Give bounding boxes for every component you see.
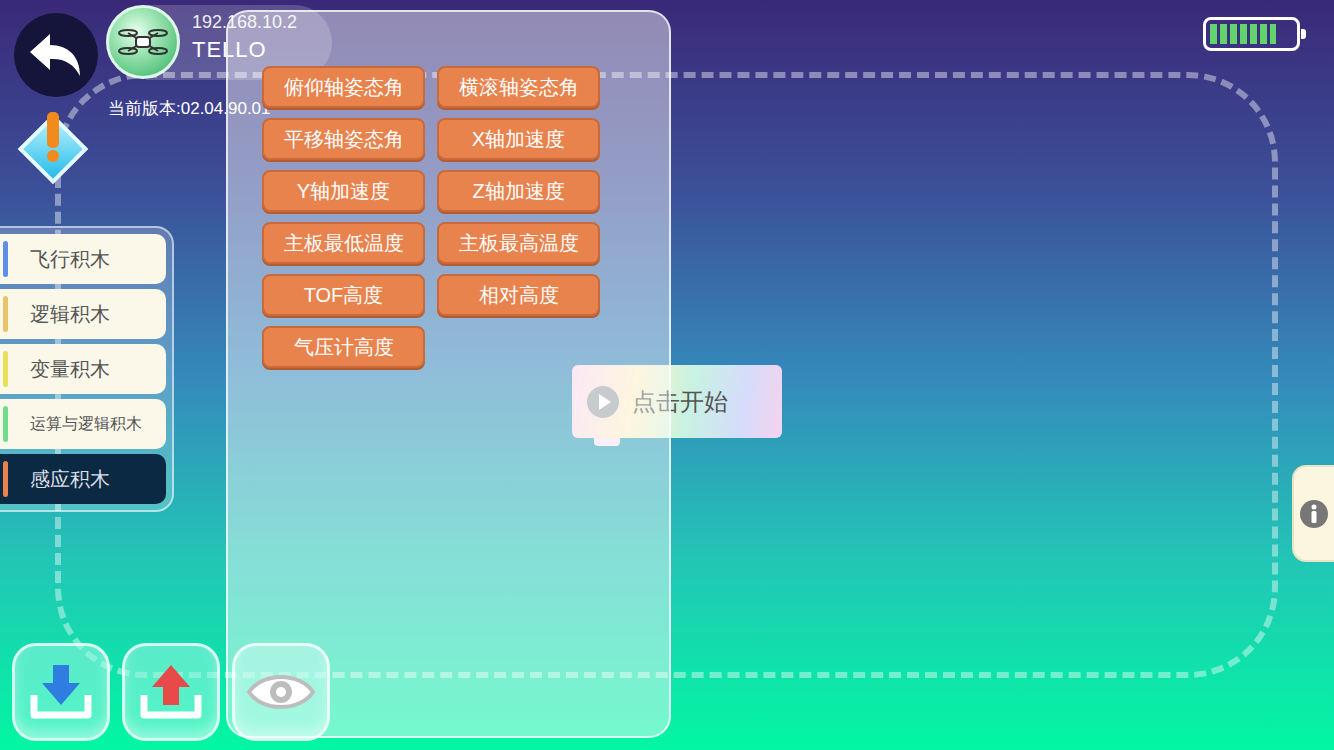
category-color-bar: [3, 241, 8, 277]
back-arrow-icon: [28, 30, 84, 80]
category-list: 飞行积木逻辑积木变量积木运算与逻辑积木感应积木: [0, 226, 174, 512]
sensor-block[interactable]: Y轴加速度: [262, 170, 425, 212]
download-icon: [28, 661, 94, 723]
sensor-block[interactable]: 俯仰轴姿态角: [262, 66, 425, 108]
info-tab[interactable]: [1292, 465, 1334, 562]
category-item[interactable]: 飞行积木: [0, 234, 166, 284]
warning-icon[interactable]: [14, 108, 92, 190]
category-item[interactable]: 运算与逻辑积木: [0, 399, 166, 449]
category-color-bar: [3, 406, 8, 442]
sensor-block[interactable]: 主板最高温度: [437, 222, 600, 264]
sensor-block[interactable]: 横滚轴姿态角: [437, 66, 600, 108]
back-button[interactable]: [14, 13, 98, 97]
category-label: 逻辑积木: [30, 299, 110, 329]
sensor-block[interactable]: 气压计高度: [262, 326, 425, 368]
category-item[interactable]: 逻辑积木: [0, 289, 166, 339]
sensor-block[interactable]: TOF高度: [262, 274, 425, 316]
upload-button[interactable]: [122, 643, 220, 741]
category-color-bar: [3, 296, 8, 332]
category-label: 运算与逻辑积木: [30, 412, 142, 436]
block-grid: 俯仰轴姿态角横滚轴姿态角平移轴姿态角 X轴加速度 Y轴加速度 Z轴加速度主板最低温度主…: [262, 66, 669, 368]
category-label: 飞行积木: [30, 244, 110, 274]
sensor-block[interactable]: 平移轴姿态角: [262, 118, 425, 160]
sensor-block[interactable]: 相对高度: [437, 274, 600, 316]
battery-fill: [1210, 24, 1276, 44]
category-color-bar: [3, 461, 8, 497]
category-label: 感应积木: [30, 464, 110, 494]
sensor-block[interactable]: 主板最低温度: [262, 222, 425, 264]
battery-indicator: [1203, 17, 1300, 51]
sensor-block[interactable]: X轴加速度: [437, 118, 600, 160]
category-color-bar: [3, 351, 8, 387]
upload-icon: [138, 661, 204, 723]
category-label: 变量积木: [30, 354, 110, 384]
drone-avatar: [106, 5, 180, 79]
drone-icon: [118, 25, 168, 59]
sensor-block[interactable]: Z轴加速度: [437, 170, 600, 212]
category-item[interactable]: 感应积木: [0, 454, 166, 504]
download-button[interactable]: [12, 643, 110, 741]
category-item[interactable]: 变量积木: [0, 344, 166, 394]
info-icon: [1299, 499, 1329, 529]
block-flyout: 俯仰轴姿态角横滚轴姿态角平移轴姿态角 X轴加速度 Y轴加速度 Z轴加速度主板最低温度主…: [226, 10, 671, 738]
